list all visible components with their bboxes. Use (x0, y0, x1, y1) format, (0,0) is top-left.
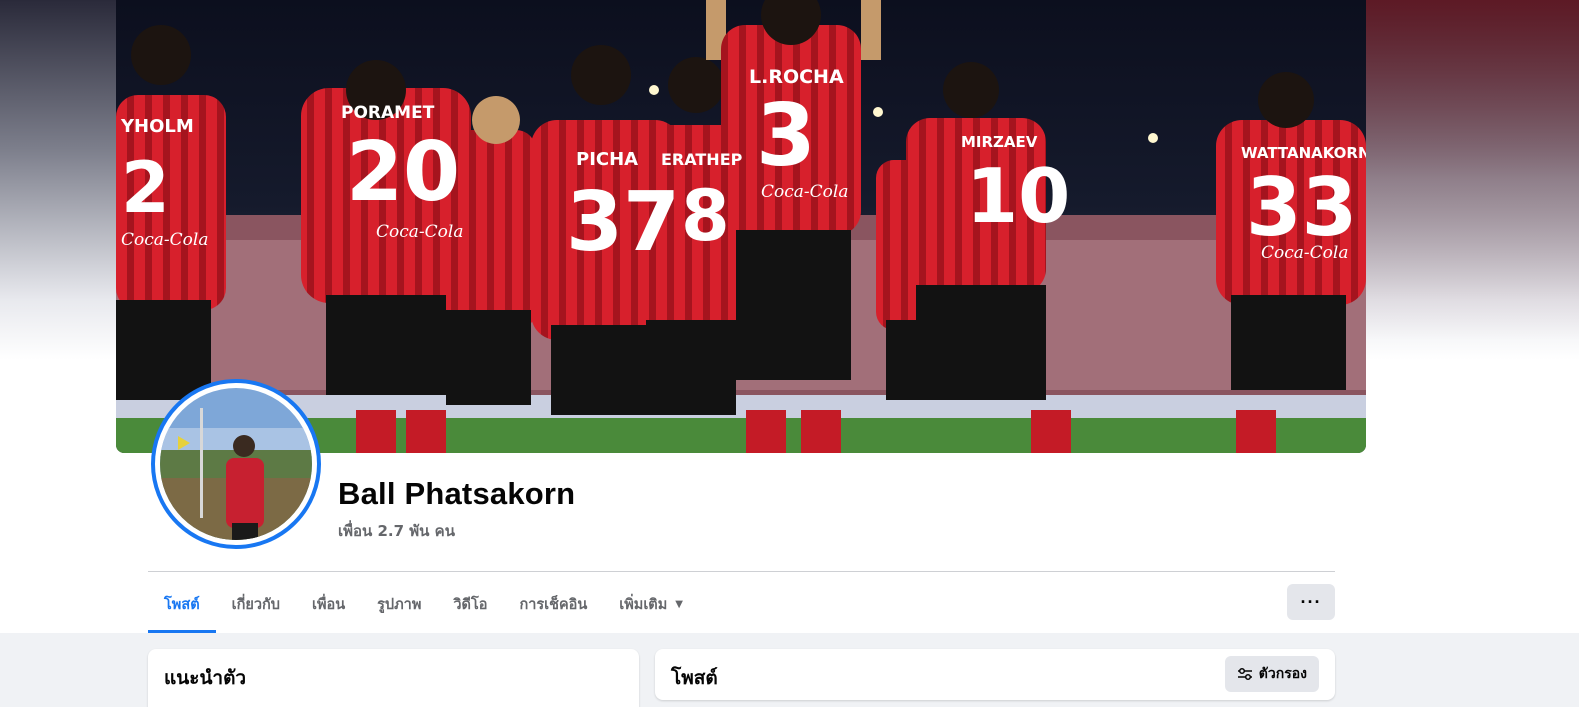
filter-label: ตัวกรอง (1258, 666, 1307, 682)
tab-label: วิดีโอ (453, 597, 488, 613)
filter-button[interactable]: ตัวกรอง (1224, 656, 1319, 692)
jersey-name: PICHA (576, 149, 638, 170)
jersey-name: ERATHEP (661, 150, 743, 169)
jersey-name: MIRZAEV (961, 133, 1038, 151)
tab-videos[interactable]: วิดีโอ (437, 576, 503, 633)
tab-label: เพิ่มเติม (619, 597, 668, 613)
jersey-name: PORAMET (341, 103, 435, 123)
tab-about[interactable]: เกี่ยวกับ (216, 576, 296, 633)
profile-avatar[interactable] (151, 379, 321, 549)
posts-card: โพสต์ ตัวกรอง (655, 649, 1335, 700)
cover-photo[interactable]: YHOLM PORAMET PICHA ERATHEP L.ROCHA MIRZ… (116, 0, 1366, 453)
tab-label: เกี่ยวกับ (231, 597, 280, 613)
sponsor-logo: Coca-Cola (376, 222, 463, 242)
friends-count[interactable]: เพื่อน 2.7 พัน คน (338, 519, 455, 543)
more-options-button[interactable]: ··· (1287, 584, 1335, 620)
sliders-icon (1237, 667, 1252, 681)
jersey-number: 3 (756, 86, 816, 186)
tab-label: รูปภาพ (377, 597, 422, 613)
profile-name: Ball Phatsakorn (338, 476, 576, 511)
tab-label: เพื่อน (311, 597, 346, 613)
profile-tabs: โพสต์ เกี่ยวกับ เพื่อน รูปภาพ วิดีโอ การ… (148, 576, 699, 633)
tab-label: การเช็คอิน (519, 597, 588, 613)
jersey-number: 8 (681, 175, 730, 257)
jersey-number: 33 (1246, 161, 1357, 254)
tab-checkins[interactable]: การเช็คอิน (503, 576, 603, 633)
intro-title: แนะนำตัว (164, 667, 247, 689)
jersey-number: 2 (121, 147, 170, 229)
intro-card: แนะนำตัว (148, 649, 639, 707)
tab-more[interactable]: เพิ่มเติม ▼ (603, 576, 699, 633)
sponsor-logo: Coca-Cola (121, 230, 208, 250)
sponsor-logo: Coca-Cola (1261, 243, 1348, 263)
posts-title: โพสต์ (671, 667, 718, 689)
header-divider (148, 571, 1335, 572)
jersey-name: L.ROCHA (749, 66, 844, 88)
jersey-name: WATTANAKORN (1241, 144, 1366, 162)
ellipsis-icon: ··· (1300, 591, 1322, 612)
tab-posts[interactable]: โพสต์ (148, 576, 216, 633)
tab-photos[interactable]: รูปภาพ (361, 576, 437, 633)
tab-friends[interactable]: เพื่อน (296, 576, 361, 633)
chevron-down-icon: ▼ (675, 599, 683, 610)
jersey-name: YHOLM (120, 116, 194, 137)
tab-label: โพสต์ (164, 597, 200, 613)
jersey-number: 20 (346, 125, 460, 220)
jersey-number: 37 (566, 175, 680, 270)
sponsor-logo: Coca-Cola (761, 182, 848, 202)
jersey-number: 10 (966, 152, 1070, 240)
